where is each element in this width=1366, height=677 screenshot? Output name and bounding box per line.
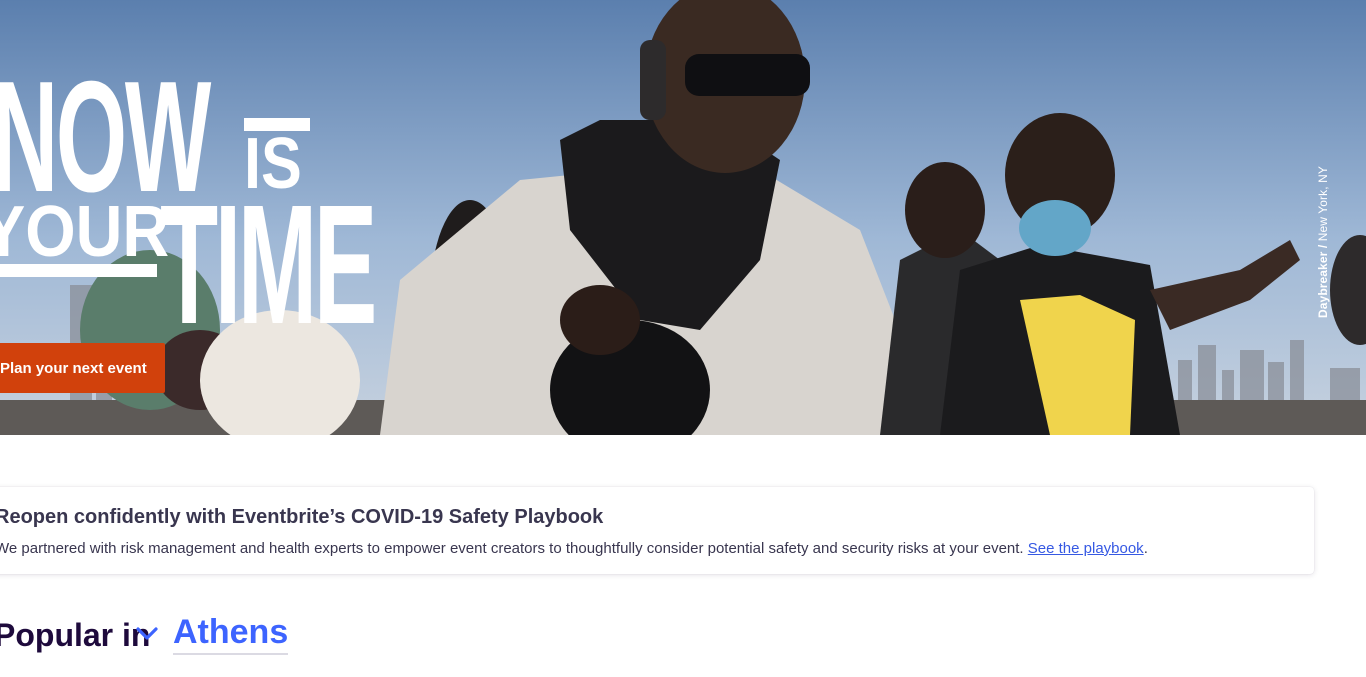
photo-credit: Daybreaker / New York, NY: [1316, 166, 1330, 318]
hero-banner: NOW IS YOUR TIME Plan your next event Da…: [0, 0, 1366, 435]
covid-playbook-card: Reopen confidently with Eventbrite’s COV…: [0, 487, 1314, 574]
see-playbook-link[interactable]: See the playbook: [1028, 540, 1144, 557]
headline-word-time: TIME: [160, 170, 377, 360]
photo-credit-separator: /: [1316, 241, 1330, 249]
photo-credit-location: New York, NY: [1316, 166, 1330, 242]
covid-description-period: .: [1143, 540, 1148, 557]
photo-credit-name: Daybreaker: [1316, 251, 1330, 318]
covid-card-description: We partnered with risk management and he…: [0, 540, 1148, 557]
popular-in-heading: Popular in: [0, 617, 151, 653]
headline-bar-bottom: [0, 264, 157, 277]
location-selector[interactable]: Athens: [133, 612, 289, 658]
headline-word-your: YOUR: [0, 192, 170, 272]
hero-headline: NOW IS YOUR TIME: [0, 0, 400, 350]
covid-card-title: Reopen confidently with Eventbrite’s COV…: [0, 506, 604, 528]
plan-event-button[interactable]: Plan your next event: [0, 343, 165, 393]
chevron-down-icon[interactable]: [133, 620, 161, 648]
location-name[interactable]: Athens: [173, 612, 289, 655]
covid-description-text: We partnered with risk management and he…: [0, 540, 1024, 557]
